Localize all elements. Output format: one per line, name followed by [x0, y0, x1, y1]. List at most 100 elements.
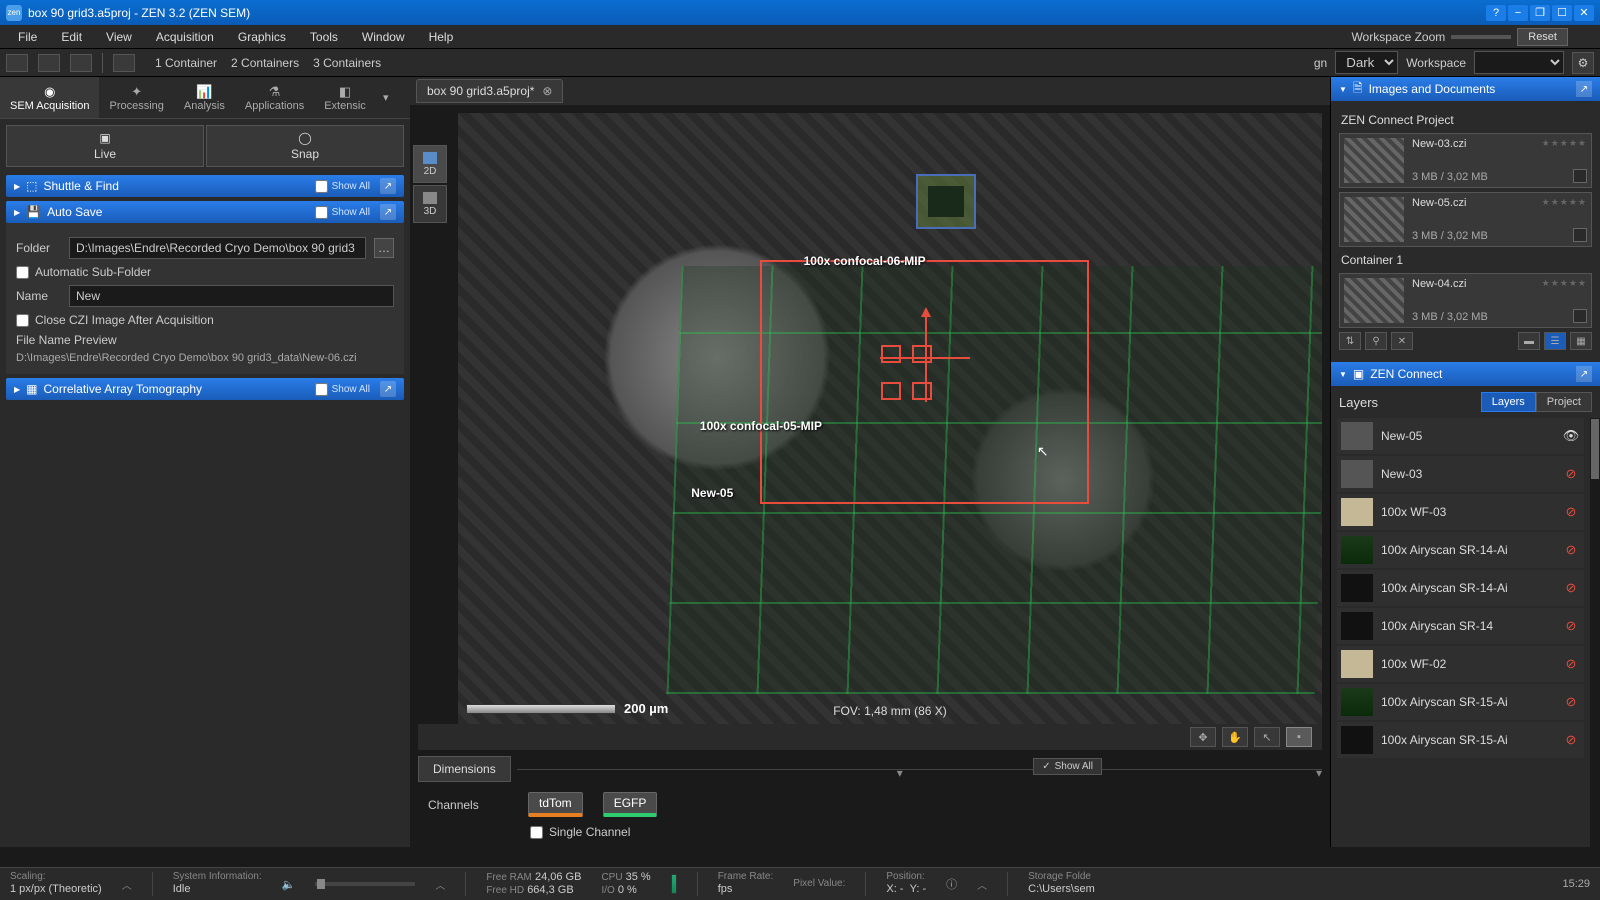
view-list-icon[interactable]: ☰	[1544, 332, 1566, 350]
popout-icon[interactable]: ↗	[1576, 81, 1592, 97]
hand-tool-icon[interactable]: ✋	[1222, 727, 1248, 747]
pointer-tool-icon[interactable]: ↖	[1254, 727, 1280, 747]
layer-item[interactable]: New-05👁	[1337, 418, 1584, 454]
menu-window[interactable]: Window	[350, 27, 417, 47]
layer-item[interactable]: 100x Airyscan SR-14-Ai⊘	[1337, 532, 1584, 568]
tab-layers[interactable]: Layers	[1481, 392, 1536, 412]
tab-processing[interactable]: ✦Processing	[99, 77, 173, 118]
doc-item[interactable]: New-03.czi★★★★★ 3 MB / 3,02 MB	[1339, 133, 1592, 188]
dimensions-tab[interactable]: Dimensions	[418, 756, 511, 782]
roi-marker[interactable]	[881, 345, 901, 363]
layer-item[interactable]: 100x Airyscan SR-14⊘	[1337, 608, 1584, 644]
menu-graphics[interactable]: Graphics	[226, 27, 298, 47]
tool-icon[interactable]	[70, 54, 92, 72]
workspace-zoom-slider[interactable]	[1451, 35, 1511, 39]
menu-view[interactable]: View	[94, 27, 144, 47]
channel-tdtom[interactable]: tdTom	[528, 792, 583, 817]
live-button[interactable]: ▣Live	[6, 125, 204, 167]
roi-marker[interactable]	[881, 382, 901, 400]
roi-marker[interactable]	[912, 345, 932, 363]
layer-item[interactable]: 100x Airyscan SR-14-Ai⊘	[1337, 570, 1584, 606]
view-grid-icon[interactable]: ▦	[1570, 332, 1592, 350]
tab-project[interactable]: Project	[1536, 392, 1592, 412]
close-icon[interactable]: ✕	[1574, 5, 1594, 21]
viewport[interactable]: 100x confocal-06-MIP 100x confocal-05-MI…	[458, 113, 1322, 724]
showall-check[interactable]	[315, 180, 328, 193]
layer-item[interactable]: 100x WF-02⊘	[1337, 646, 1584, 682]
close-tab-icon[interactable]: ⊗	[542, 84, 552, 98]
single-channel-check[interactable]	[530, 826, 543, 839]
volume-slider[interactable]	[315, 882, 415, 886]
container-2[interactable]: 2 Containers	[231, 56, 299, 70]
view-2d-button[interactable]: 2D	[413, 145, 447, 183]
layer-item[interactable]: 100x Airyscan SR-15-Ai⊘	[1337, 684, 1584, 720]
select-tool-icon[interactable]: ▪	[1286, 727, 1312, 747]
minimize-icon[interactable]: −	[1508, 5, 1528, 21]
channel-egfp[interactable]: EGFP	[603, 792, 658, 817]
filter-icon[interactable]: ⚲	[1365, 332, 1387, 350]
showall-check[interactable]	[315, 206, 328, 219]
dropdown-icon[interactable]: ▾	[1316, 766, 1322, 780]
document-tab[interactable]: box 90 grid3.a5proj* ⊗	[416, 79, 563, 103]
visibility-icon[interactable]: ⊘	[1562, 581, 1580, 595]
layer-item[interactable]: 100x Airyscan SR-15-Ai⊘	[1337, 722, 1584, 758]
visibility-icon[interactable]: ⊘	[1562, 467, 1580, 481]
visibility-icon[interactable]: 👁	[1562, 429, 1580, 443]
layout-icon[interactable]	[1574, 29, 1594, 45]
restore-icon[interactable]: ❐	[1530, 5, 1550, 21]
shuttle-find-header[interactable]: ▶ ⬚ Shuttle & Find Show All ↗	[6, 175, 404, 197]
visibility-icon[interactable]: ⊘	[1562, 619, 1580, 633]
visibility-icon[interactable]: ⊘	[1562, 543, 1580, 557]
popout-icon[interactable]: ↗	[380, 178, 396, 194]
showall-check[interactable]	[315, 383, 328, 396]
delete-icon[interactable]: ✕	[1391, 332, 1413, 350]
roi-marker[interactable]	[912, 382, 932, 400]
maximize-icon[interactable]: ☐	[1552, 5, 1572, 21]
browse-button[interactable]: …	[374, 238, 394, 258]
expand-icon[interactable]: ︿	[977, 877, 987, 892]
popout-icon[interactable]: ↗	[380, 204, 396, 220]
theme-select[interactable]: Dark	[1335, 51, 1398, 74]
autosave-header[interactable]: ▶ 💾 Auto Save Show All ↗	[6, 201, 404, 223]
workspace-select[interactable]	[1474, 51, 1564, 74]
tab-applications[interactable]: ⚗Applications	[235, 77, 314, 118]
doc-check[interactable]	[1573, 228, 1587, 242]
speaker-icon[interactable]: 🔈	[282, 878, 296, 891]
reset-button[interactable]: Reset	[1517, 28, 1568, 46]
zen-connect-header[interactable]: ▼ ▣ ZEN Connect ↗	[1331, 362, 1600, 386]
auto-subfolder-check[interactable]	[16, 266, 29, 279]
cat-header[interactable]: ▶ ▦ Correlative Array Tomography Show Al…	[6, 378, 404, 400]
menu-tools[interactable]: Tools	[298, 27, 350, 47]
visibility-icon[interactable]: ⊘	[1562, 505, 1580, 519]
pan-tool-icon[interactable]: ✥	[1190, 727, 1216, 747]
sort-icon[interactable]: ⇅	[1339, 332, 1361, 350]
help-icon[interactable]: ?	[1486, 5, 1506, 21]
popout-icon[interactable]: ↗	[380, 381, 396, 397]
tab-more[interactable]: ▾	[376, 77, 396, 118]
tab-extensions[interactable]: ◧Extensic	[314, 77, 376, 118]
container-3[interactable]: 3 Containers	[313, 56, 381, 70]
layers-scrollbar[interactable]	[1590, 418, 1600, 847]
layer-item[interactable]: 100x WF-03⊘	[1337, 494, 1584, 530]
menu-file[interactable]: File	[6, 27, 49, 47]
visibility-icon[interactable]: ⊘	[1562, 657, 1580, 671]
doc-item[interactable]: New-04.czi★★★★★ 3 MB / 3,02 MB	[1339, 273, 1592, 328]
expand-icon[interactable]: ︿	[122, 877, 132, 892]
doc-item[interactable]: New-05.czi★★★★★ 3 MB / 3,02 MB	[1339, 192, 1592, 247]
container-icon[interactable]	[113, 54, 135, 72]
showall-toggle[interactable]: ✓ Show All	[1033, 758, 1102, 775]
visibility-icon[interactable]: ⊘	[1562, 695, 1580, 709]
open-icon[interactable]	[6, 54, 28, 72]
dropdown-icon[interactable]: ▾	[897, 766, 903, 780]
gear-icon[interactable]: ⚙	[1572, 52, 1594, 74]
close-czi-check[interactable]	[16, 314, 29, 327]
view-3d-button[interactable]: 3D	[413, 185, 447, 223]
tab-sem-acquisition[interactable]: ◉SEM Acquisition	[0, 77, 99, 118]
roi-blue[interactable]	[916, 174, 976, 229]
folder-input[interactable]	[69, 237, 366, 259]
info-icon[interactable]: ⓘ	[946, 876, 957, 892]
snap-button[interactable]: ◯Snap	[206, 125, 404, 167]
images-docs-header[interactable]: ▼ 🗎 Images and Documents ↗	[1331, 77, 1600, 101]
menu-help[interactable]: Help	[417, 27, 466, 47]
doc-check[interactable]	[1573, 309, 1587, 323]
